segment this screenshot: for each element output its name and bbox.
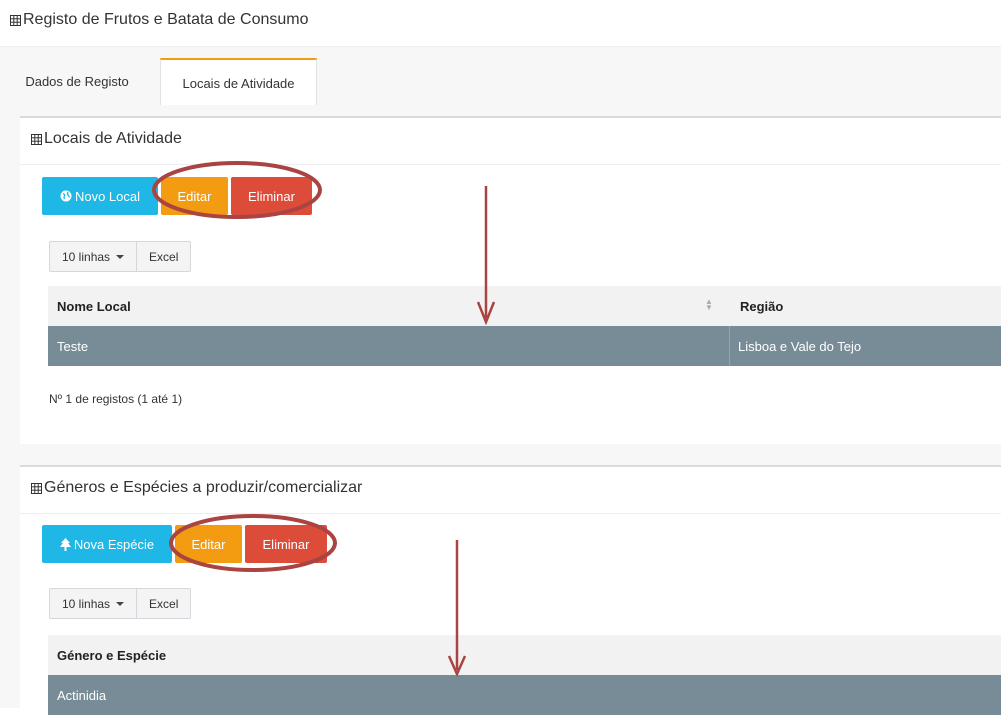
- tree-icon: [59, 537, 71, 551]
- rows-per-page-dropdown[interactable]: 10 linhas: [50, 589, 136, 618]
- cell-genero-especie: Actinidia: [57, 687, 107, 703]
- sort-icon[interactable]: ▲ ▼: [705, 298, 713, 312]
- page-header: Registo de Frutos e Batata de Consumo: [0, 0, 1001, 47]
- excel-export-button[interactable]: Excel: [136, 589, 190, 618]
- tab-dados-de-registo[interactable]: Dados de Registo: [12, 58, 142, 105]
- page-title: Registo de Frutos e Batata de Consumo: [10, 11, 309, 29]
- eliminar-button[interactable]: Eliminar: [231, 177, 312, 215]
- locais-panel-title: Locais de Atividade: [31, 130, 182, 148]
- table-grid-icon: [31, 133, 42, 145]
- tab-bar: Dados de Registo Locais de Atividade: [0, 47, 1001, 106]
- editar-button[interactable]: Editar: [161, 177, 228, 215]
- tab-locais-de-atividade[interactable]: Locais de Atividade: [160, 58, 317, 106]
- table-toolbar: 10 linhas Excel: [49, 588, 192, 619]
- table-header: Género e Espécie: [48, 635, 1001, 675]
- page-title-text: Registo de Frutos e Batata de Consumo: [23, 11, 309, 28]
- novo-local-label: Novo Local: [74, 188, 141, 204]
- rows-per-page-label: 10 linhas: [62, 596, 111, 611]
- records-info: Nº 1 de registos (1 até 1): [49, 392, 183, 406]
- caret-down-icon: [116, 254, 125, 259]
- cell-nome-local: Teste: [57, 338, 89, 354]
- divider: [20, 513, 1001, 514]
- column-header-genero-especie[interactable]: Género e Espécie: [57, 635, 166, 675]
- table-grid-icon: [10, 14, 21, 26]
- caret-down-icon: [116, 601, 125, 606]
- rows-per-page-label: 10 linhas: [62, 249, 111, 264]
- cell-regiao: Lisboa e Vale do Tejo: [738, 338, 862, 354]
- globe-icon: [60, 190, 72, 202]
- table-row[interactable]: Actinidia: [48, 675, 1001, 715]
- column-header-nome-local[interactable]: Nome Local: [57, 286, 131, 326]
- table-row[interactable]: Teste Lisboa e Vale do Tejo: [48, 326, 1001, 366]
- eliminar-button[interactable]: Eliminar: [245, 525, 327, 563]
- table-toolbar: 10 linhas Excel: [49, 241, 192, 272]
- nova-especie-button[interactable]: Nova Espécie: [42, 525, 172, 563]
- especies-panel-title: Géneros e Espécies a produzir/comerciali…: [31, 479, 362, 497]
- novo-local-button[interactable]: Novo Local: [42, 177, 158, 215]
- table-grid-icon: [31, 482, 42, 494]
- locais-panel: Locais de Atividade Novo Local Editar El…: [20, 116, 1001, 444]
- column-header-regiao[interactable]: Região: [740, 286, 783, 326]
- rows-per-page-dropdown[interactable]: 10 linhas: [50, 242, 136, 271]
- table-header: Nome Local ▲ ▼ Região: [48, 286, 1001, 326]
- excel-export-button[interactable]: Excel: [136, 242, 190, 271]
- nova-especie-label: Nova Espécie: [73, 536, 155, 552]
- locais-title-text: Locais de Atividade: [44, 130, 182, 147]
- editar-button[interactable]: Editar: [175, 525, 242, 563]
- especies-panel: Géneros e Espécies a produzir/comerciali…: [20, 465, 1001, 715]
- especies-title-text: Géneros e Espécies a produzir/comerciali…: [44, 479, 363, 496]
- cell-divider: [729, 326, 730, 366]
- divider: [20, 164, 1001, 165]
